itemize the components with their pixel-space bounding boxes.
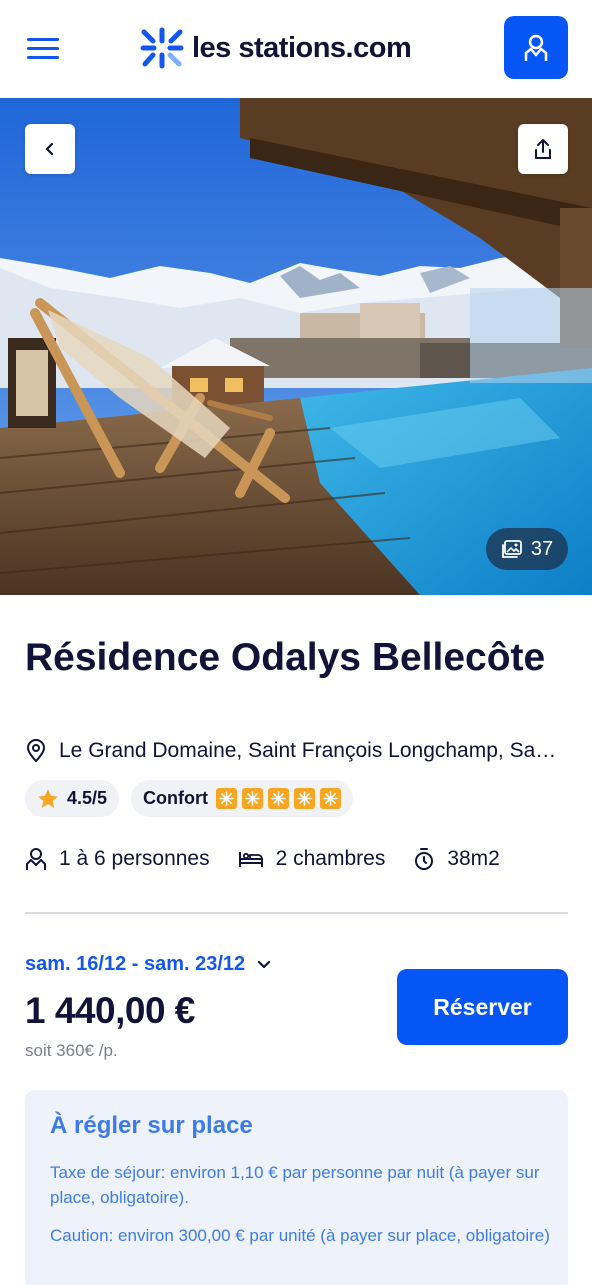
user-icon (524, 34, 548, 61)
photo-count: 37 (530, 537, 554, 560)
sun-icon (216, 788, 238, 809)
surface-text: 38m2 (447, 847, 500, 870)
onsite-payment-box: À régler sur place Taxe de séjour: envir… (25, 1090, 568, 1285)
location-text: Le Grand Domaine, Saint François Longcha… (59, 739, 559, 762)
ski-resort-pool-photo (0, 98, 592, 595)
spec-persons: 1 à 6 personnes (25, 847, 210, 871)
comfort-badge: Confort (131, 780, 354, 817)
map-pin-icon (26, 739, 46, 763)
bed-icon (238, 852, 263, 867)
spec-rooms: 2 chambres (238, 847, 386, 871)
hero-photo[interactable]: 37 (0, 98, 592, 595)
gallery-button[interactable]: 37 (486, 528, 568, 570)
section-divider (25, 912, 568, 914)
stopwatch-icon (415, 848, 434, 870)
person-icon (26, 848, 46, 870)
sun-icon (320, 788, 342, 809)
comfort-label: Confort (143, 788, 209, 808)
listing-location[interactable]: Le Grand Domaine, Saint François Longcha… (25, 736, 570, 766)
gallery-icon (501, 540, 522, 558)
spec-surface: 38m2 (413, 847, 500, 871)
total-price: 1 440,00 € (25, 990, 195, 1031)
rooms-text: 2 chambres (275, 847, 386, 870)
reserve-button[interactable]: Réserver (397, 969, 568, 1045)
rating-badges: 4.5/5 Confort (25, 780, 354, 817)
share-icon (535, 139, 551, 159)
tourist-tax-text: Taxe de séjour: environ 1,10 € par perso… (50, 1163, 540, 1207)
brand-name: les stations.com (192, 31, 412, 64)
listing-specs: 1 à 6 personnes 2 chambres 38m2 (25, 842, 528, 876)
top-header: les stations.com (0, 0, 592, 98)
account-button[interactable] (504, 16, 568, 79)
rating-value: 4.5/5 (67, 788, 108, 808)
hamburger-icon[interactable] (22, 30, 62, 66)
price-per-person: soit 360€ /p. (25, 1041, 118, 1060)
sun-icon (242, 788, 264, 809)
share-button[interactable] (518, 124, 568, 174)
back-button[interactable] (25, 124, 75, 174)
comfort-suns (216, 788, 342, 809)
chevron-down-icon (258, 960, 271, 968)
sun-icon (268, 788, 290, 809)
date-selector[interactable]: sam. 16/12 - sam. 23/12 (25, 953, 271, 976)
persons-text: 1 à 6 personnes (59, 847, 210, 870)
deposit-text: Caution: environ 300,00 € par unité (à p… (50, 1226, 550, 1245)
brand-logo[interactable]: les stations.com (140, 24, 412, 72)
listing-title: Résidence Odalys Bellecôte (25, 636, 546, 679)
star-icon (38, 789, 58, 808)
onsite-title: À régler sur place (50, 1112, 253, 1139)
brand-mark-icon (140, 27, 184, 69)
dates-text: sam. 16/12 - sam. 23/12 (25, 953, 246, 975)
sun-icon (294, 788, 316, 809)
chevron-left-icon (45, 142, 54, 156)
rating-badge: 4.5/5 (25, 780, 120, 817)
